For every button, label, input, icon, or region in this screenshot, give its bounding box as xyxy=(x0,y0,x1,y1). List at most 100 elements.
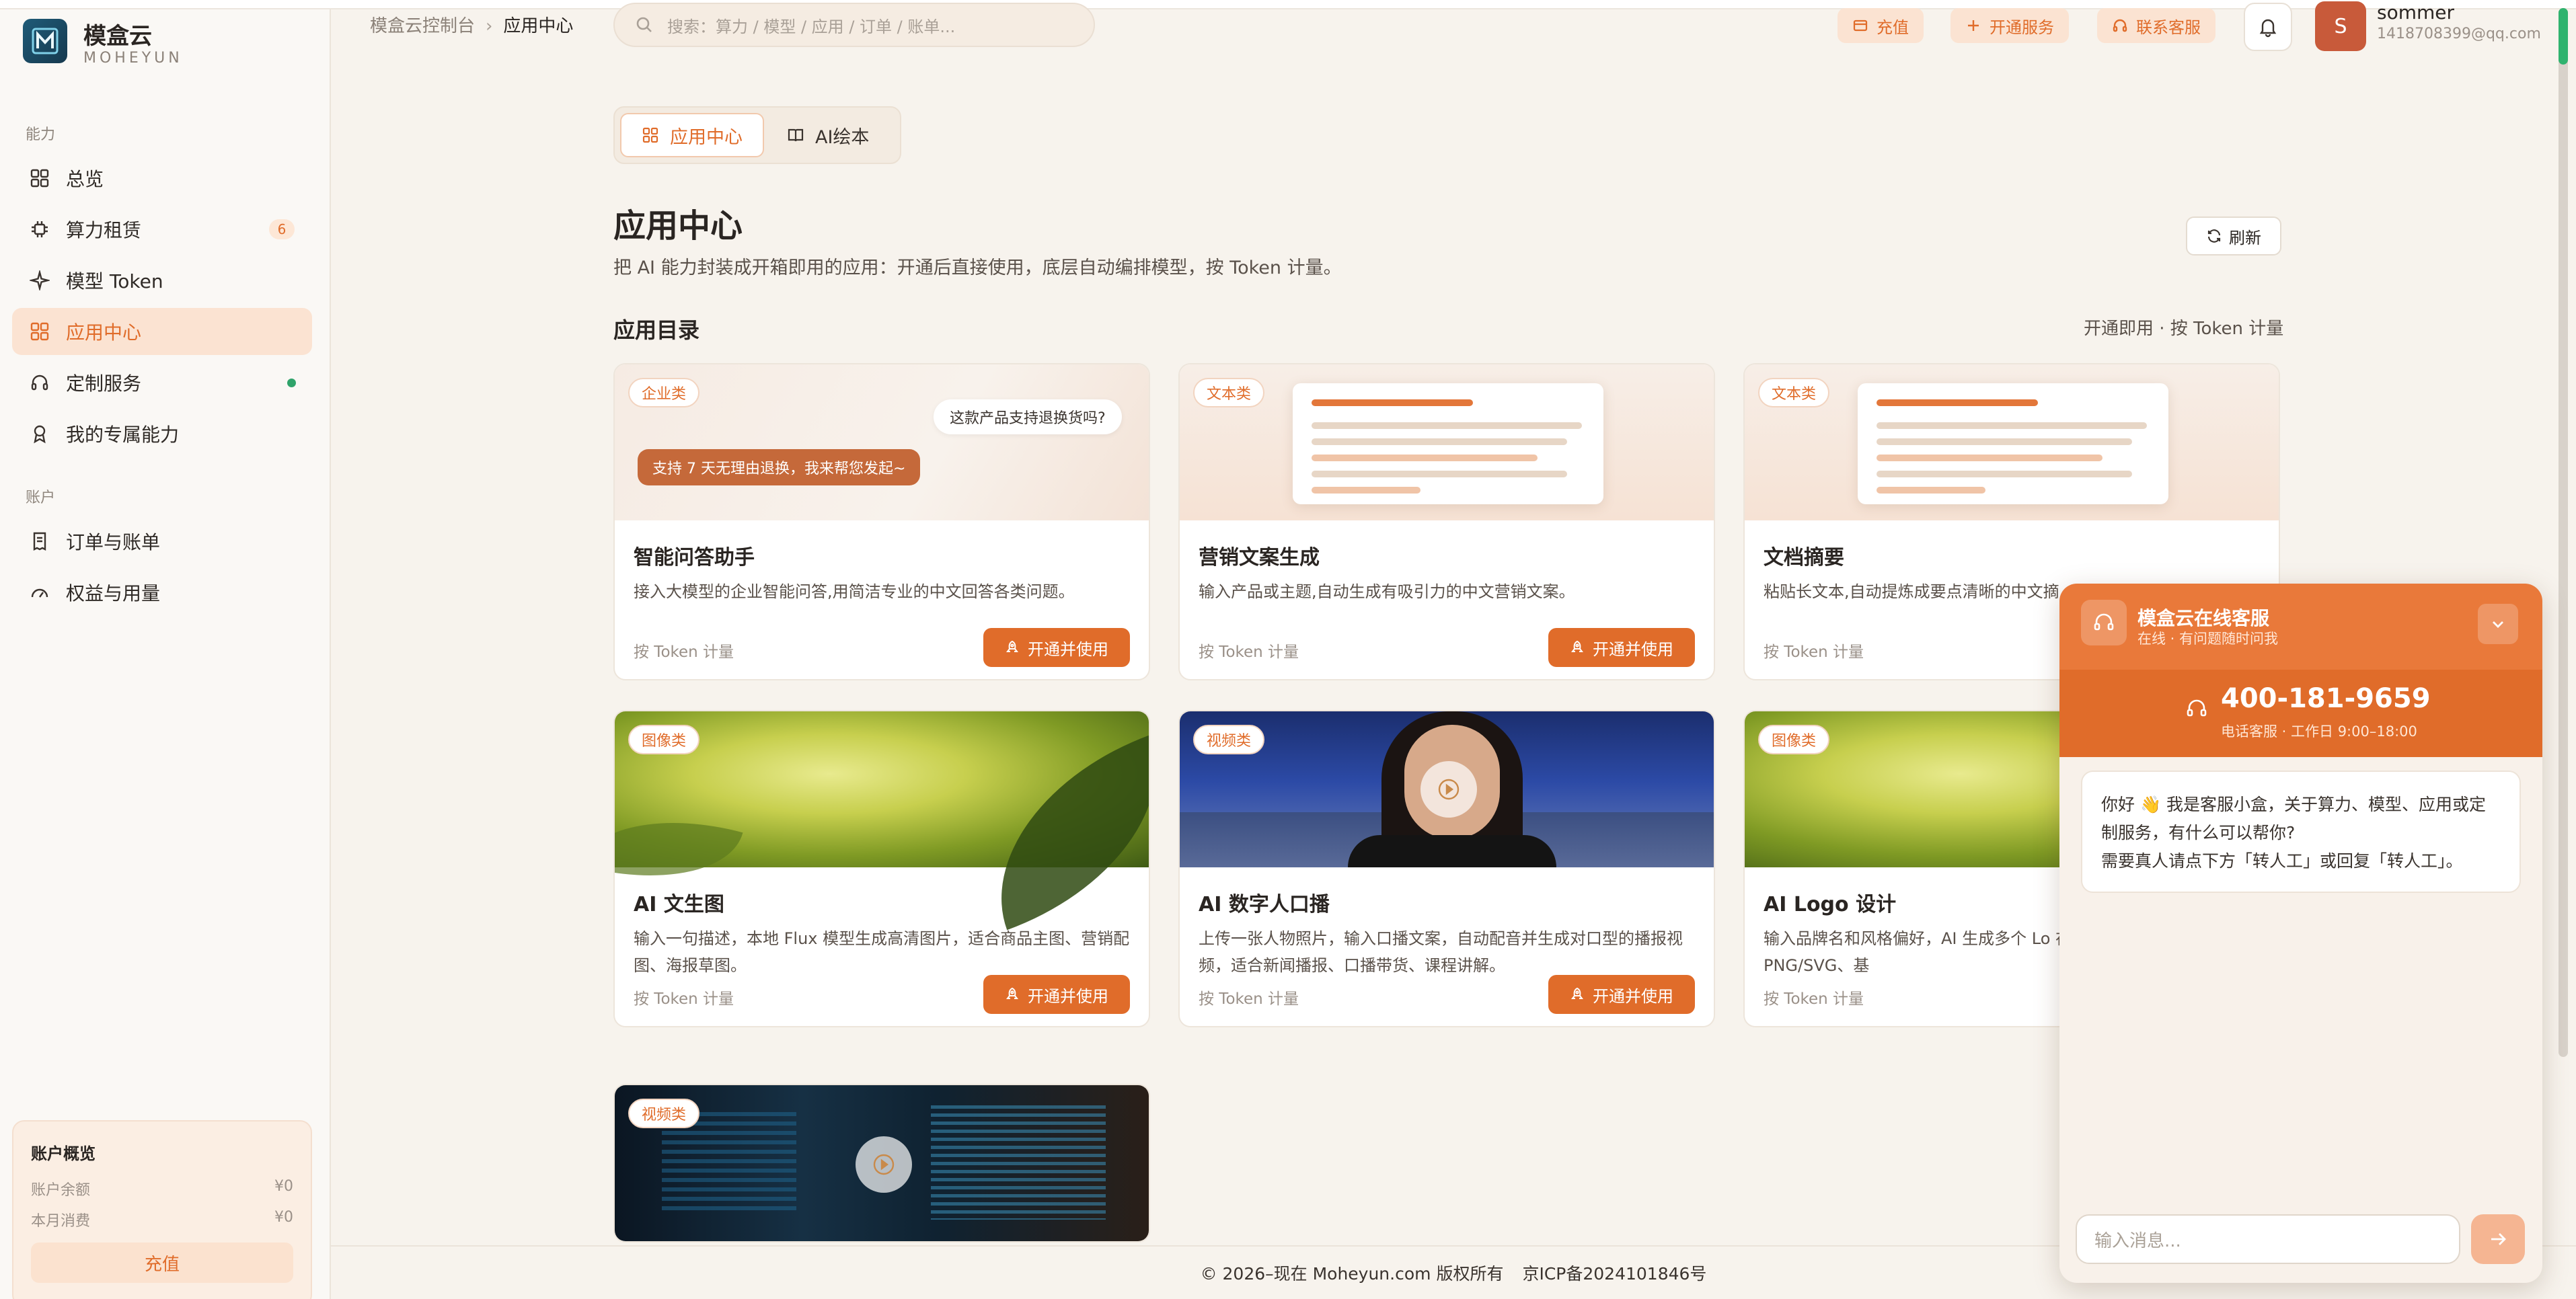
search-input[interactable]: 搜索：算力 / 模型 / 应用 / 订单 / 账单... xyxy=(613,3,1095,47)
billing-label: 按 Token 计量 xyxy=(1199,990,1299,1008)
chip-icon xyxy=(28,218,51,241)
tab-app-center[interactable]: 应用中心 xyxy=(620,113,764,157)
brand-name-en: MOHEYUN xyxy=(83,50,183,67)
refresh-button[interactable]: 刷新 xyxy=(2186,216,2281,255)
plus-icon xyxy=(1968,20,1979,31)
chat-input-placeholder: 输入消息... xyxy=(2094,1230,2181,1251)
sidebar-item-label: 权益与用量 xyxy=(66,582,161,604)
wallet-icon xyxy=(1853,19,1868,32)
app-card-marketing-copy[interactable]: 文本类 营销文案生成 输入产品或主题,自动生成有吸引力的中文营销文案。 按 To… xyxy=(1178,363,1715,680)
sidebar: 模盒云 MOHEYUN 能力 总览 算力租赁 6 模型 Token 应用中心 定… xyxy=(0,9,331,1299)
sidebar-item-orders[interactable]: 订单与账单 xyxy=(12,518,312,565)
card-title: 文档摘要 xyxy=(1764,546,1844,569)
chat-title: 模盒云在线客服 xyxy=(2137,607,2270,629)
sidebar-item-label: 算力租赁 xyxy=(66,219,142,241)
button-label: 开通并使用 xyxy=(1593,986,1673,1006)
document-illustration xyxy=(1858,383,2168,504)
copyright-text: © 2026–现在 Moheyun.com 版权所有 xyxy=(1200,1264,1504,1284)
sidebar-item-label: 我的专属能力 xyxy=(66,424,180,446)
breadcrumb-root[interactable]: 模盒云控制台 xyxy=(370,16,475,36)
brand-name: 模盒云 xyxy=(83,23,152,50)
category-tag: 视频类 xyxy=(628,1099,700,1128)
sidebar-item-label: 应用中心 xyxy=(66,321,142,344)
play-button[interactable] xyxy=(1420,761,1477,818)
headset-icon xyxy=(28,371,51,394)
section-hint: 开通即用 · 按 Token 计量 xyxy=(2084,319,2284,339)
tab-ai-picture-book[interactable]: AI绘本 xyxy=(767,113,889,157)
page-subtitle: 把 AI 能力封装成开箱即用的应用：开通后直接使用，底层自动编排模型，按 Tok… xyxy=(613,258,1342,278)
section-label-ability: 能力 xyxy=(26,126,56,143)
breadcrumb-current: 应用中心 xyxy=(503,16,574,36)
app-card-digital-human[interactable]: 视频类 AI 数字人口播 上传一张人物照片，输入口播文案，自动配音并生成对口型的… xyxy=(1178,710,1715,1027)
button-label: 开通并使用 xyxy=(1028,639,1108,659)
sidebar-item-custom-service[interactable]: 定制服务 xyxy=(12,359,312,406)
send-message-button[interactable] xyxy=(2471,1214,2525,1264)
apps-icon xyxy=(642,127,658,143)
user-name[interactable]: sommer xyxy=(2377,1,2454,24)
collapse-chat-button[interactable] xyxy=(2478,604,2518,644)
grid-icon xyxy=(28,167,51,190)
headset-icon xyxy=(2081,600,2127,645)
phone-support-banner[interactable]: 400-181-9659 电话客服 · 工作日 9:00–18:00 xyxy=(2059,670,2542,757)
sidebar-item-usage[interactable]: 权益与用量 xyxy=(12,569,312,616)
account-overview-card: 账户概览 账户余额 ¥0 本月消费 ¥0 充值 xyxy=(12,1120,312,1299)
online-status-dot xyxy=(287,379,296,387)
sidebar-item-label: 定制服务 xyxy=(66,372,142,395)
open-and-use-button[interactable]: 开通并使用 xyxy=(983,628,1130,667)
icp-link[interactable]: 京ICP备2024101846号 xyxy=(1522,1261,1706,1285)
open-and-use-button[interactable]: 开通并使用 xyxy=(1548,628,1695,667)
sidebar-item-compute[interactable]: 算力租赁 6 xyxy=(12,206,312,253)
contact-support-button[interactable]: 联系客服 xyxy=(2097,8,2215,43)
balance-label: 账户余额 xyxy=(31,1182,91,1199)
app-card-qa-assistant[interactable]: 这款产品支持退换货吗? 支持 7 天无理由退换，我来帮您发起~ 企业类 智能问答… xyxy=(613,363,1150,680)
month-spend-value: ¥0 xyxy=(274,1209,293,1226)
support-phone-number: 400-181-9659 xyxy=(2221,683,2431,714)
search-placeholder: 搜索：算力 / 模型 / 应用 / 订单 / 账单... xyxy=(667,17,956,36)
category-tag: 视频类 xyxy=(1193,725,1265,754)
notifications-button[interactable] xyxy=(2244,3,2292,51)
scrollbar-thumb[interactable] xyxy=(2559,8,2568,65)
billing-label: 按 Token 计量 xyxy=(1764,643,1864,661)
count-badge: 6 xyxy=(269,219,295,239)
receipt-icon xyxy=(28,530,51,553)
arrow-right-icon xyxy=(2491,1233,2506,1245)
month-spend-label: 本月消费 xyxy=(31,1213,91,1230)
chat-message-input[interactable]: 输入消息... xyxy=(2076,1214,2460,1264)
category-tag: 图像类 xyxy=(628,725,700,754)
card-description: 接入大模型的企业智能问答,用简洁专业的中文回答各类问题。 xyxy=(634,582,1075,601)
balance-value: ¥0 xyxy=(274,1178,293,1195)
bell-icon xyxy=(2259,19,2277,38)
sidebar-item-label: 订单与账单 xyxy=(66,531,161,553)
brand-logo[interactable] xyxy=(23,19,67,63)
play-button[interactable] xyxy=(856,1136,912,1193)
button-label: 开通并使用 xyxy=(1028,986,1108,1006)
avatar[interactable]: S xyxy=(2315,1,2366,51)
support-hours: 电话客服 · 工作日 9:00–18:00 xyxy=(2221,723,2417,740)
open-and-use-button[interactable]: 开通并使用 xyxy=(983,975,1130,1014)
app-card-video[interactable]: 视频类 xyxy=(613,1084,1150,1243)
chevron-right-icon: › xyxy=(486,16,493,36)
billing-label: 按 Token 计量 xyxy=(634,643,734,661)
page-title: 应用中心 xyxy=(613,207,743,245)
billing-label: 按 Token 计量 xyxy=(1764,990,1864,1008)
sidebar-item-overview[interactable]: 总览 xyxy=(12,155,312,202)
breadcrumb: 模盒云控制台 › 应用中心 xyxy=(370,12,573,37)
card-title: AI 文生图 xyxy=(634,893,724,916)
chat-header: 模盒云在线客服 在线 · 有问题随时问我 xyxy=(2059,584,2542,670)
sidebar-item-my-abilities[interactable]: 我的专属能力 xyxy=(12,410,312,457)
sidebar-item-app-center[interactable]: 应用中心 xyxy=(12,308,312,355)
recharge-button[interactable]: 充值 xyxy=(1838,8,1924,43)
sidebar-recharge-button[interactable]: 充值 xyxy=(31,1243,293,1283)
open-service-button[interactable]: 开通服务 xyxy=(1950,8,2069,43)
apps-icon xyxy=(28,320,51,343)
app-card-text-to-image[interactable]: 图像类 AI 文生图 输入一句描述，本地 Flux 模型生成高清图片，适合商品主… xyxy=(613,710,1150,1027)
gauge-icon xyxy=(28,581,51,604)
sidebar-item-model-token[interactable]: 模型 Token xyxy=(12,257,312,304)
sparkle-icon xyxy=(28,269,51,292)
page-scrollbar[interactable] xyxy=(2559,8,2568,1057)
play-icon xyxy=(1438,779,1460,800)
section-label-account: 账户 xyxy=(26,489,56,506)
open-and-use-button[interactable]: 开通并使用 xyxy=(1548,975,1695,1014)
open-service-button-label: 开通服务 xyxy=(1990,17,2054,37)
card-title: AI 数字人口播 xyxy=(1199,893,1330,916)
